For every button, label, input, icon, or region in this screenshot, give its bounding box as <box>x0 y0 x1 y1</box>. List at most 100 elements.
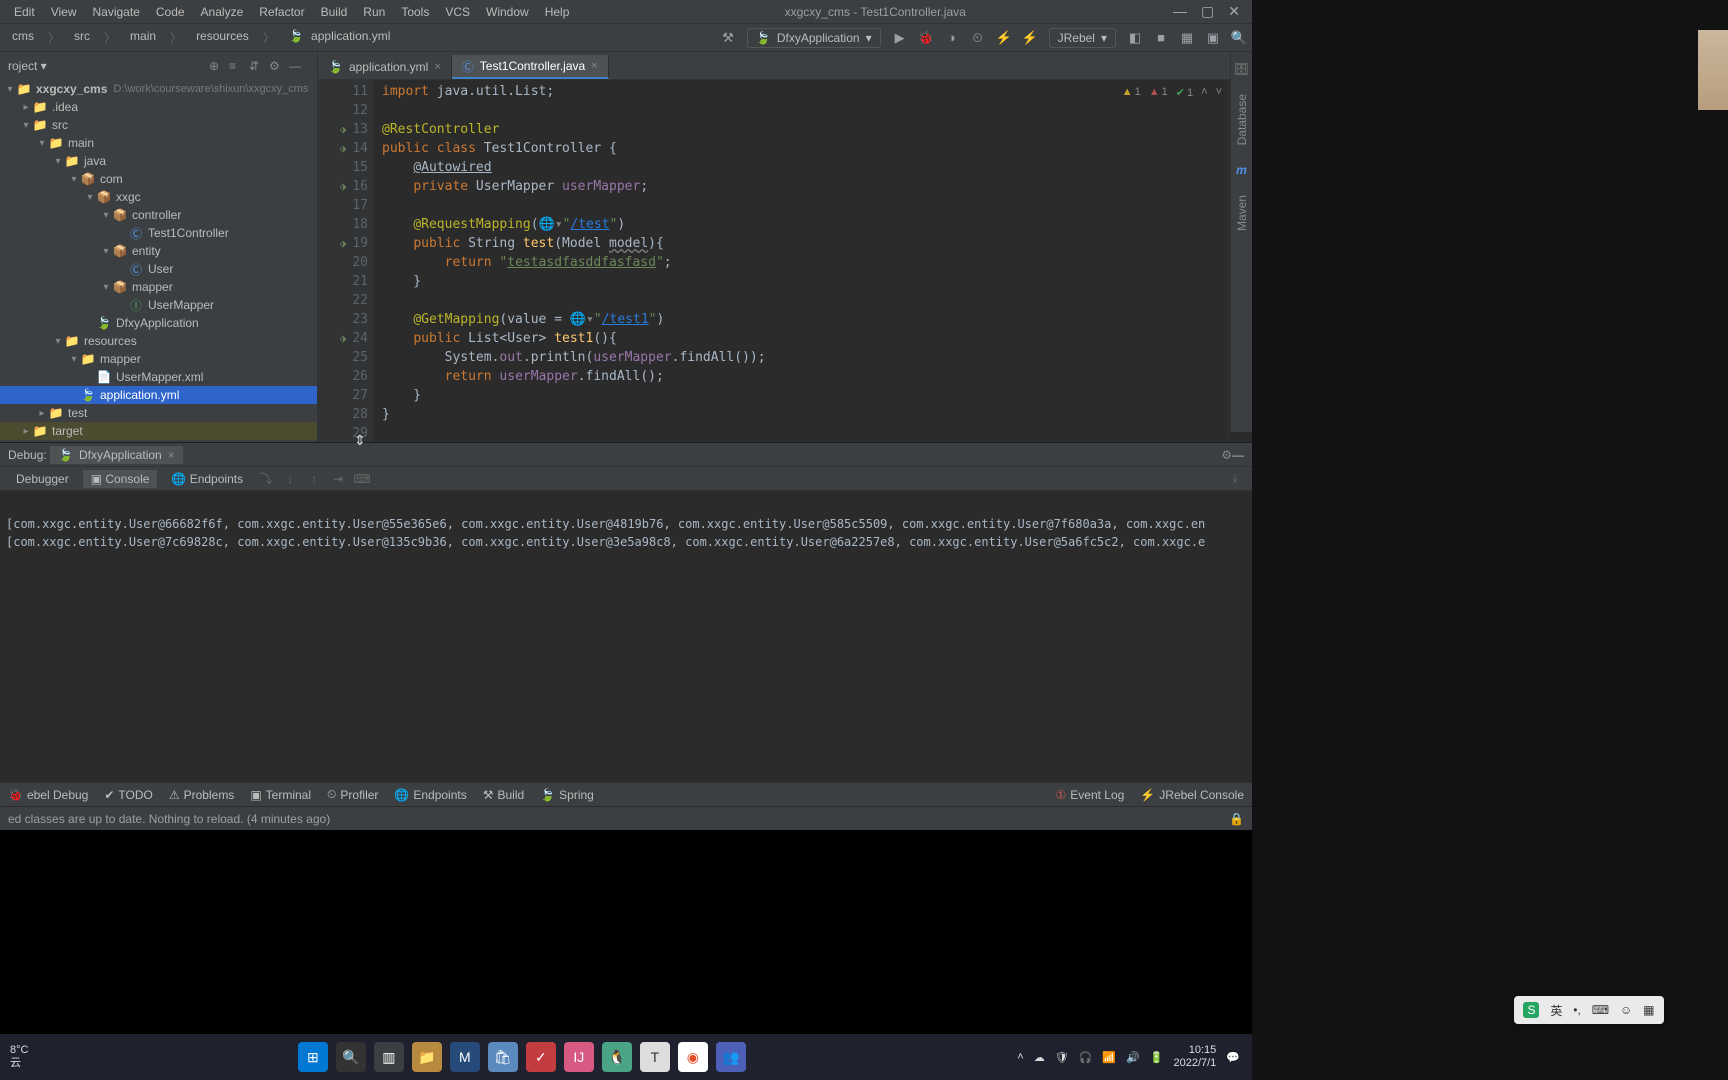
menu-code[interactable]: Code <box>148 5 193 19</box>
ime-face-icon[interactable]: ☺ <box>1620 1003 1632 1017</box>
menu-tools[interactable]: Tools <box>393 5 437 19</box>
menu-view[interactable]: View <box>43 5 85 19</box>
expand-icon[interactable]: ⇵ <box>249 59 269 73</box>
maximize-icon[interactable]: ▢ <box>1201 3 1214 20</box>
bottom-terminal[interactable]: ▣ Terminal <box>250 788 311 802</box>
tree-item[interactable]: ▾📁mapper <box>0 350 317 368</box>
breadcrumb-item[interactable]: src <box>70 29 94 46</box>
debug-hide-icon[interactable]: — <box>1232 448 1244 462</box>
tree-root[interactable]: ▾📁xxgcxy_cmsD:\work\courseware\shixun\xx… <box>0 80 317 98</box>
tree-item[interactable]: ▸📁test <box>0 404 317 422</box>
todo-icon[interactable]: ✓ <box>526 1042 556 1072</box>
run-config-select[interactable]: 🍃DfxyApplication▾ <box>747 28 881 48</box>
scroll-end-icon[interactable]: ⤓ <box>1226 471 1244 486</box>
tree-item[interactable]: ⒸUser <box>0 260 317 278</box>
bottom-endpoints[interactable]: 🌐 Endpoints <box>394 788 466 802</box>
bottom-problems[interactable]: ⚠ Problems <box>169 788 234 802</box>
ime-grid-icon[interactable]: ▦ <box>1643 1003 1654 1017</box>
bottom-eventlog[interactable]: ① Event Log <box>1056 788 1125 802</box>
tray-volume-icon[interactable]: 🔊 <box>1126 1051 1140 1064</box>
text-icon[interactable]: T <box>640 1042 670 1072</box>
breadcrumb-item[interactable]: main <box>126 29 160 46</box>
jrebel-run-icon[interactable]: ⚡ <box>993 27 1015 49</box>
tree-item[interactable]: ▸📁target <box>0 422 317 440</box>
debugger-tab[interactable]: Debugger <box>8 470 77 488</box>
breadcrumb-item[interactable]: 🍃 application.yml <box>285 29 399 46</box>
ime-lang[interactable]: 英 <box>1550 1002 1562 1019</box>
console-output[interactable]: [com.xxgc.entity.User@66682f6f, com.xxgc… <box>0 491 1252 782</box>
hide-icon[interactable]: — <box>289 59 309 73</box>
weather-widget[interactable]: 8°C 云 <box>0 1040 38 1074</box>
chrome-icon[interactable]: ◉ <box>678 1042 708 1072</box>
tree-item[interactable]: ▾📦com <box>0 170 317 188</box>
maven-label[interactable]: Maven <box>1235 195 1249 231</box>
tray-shield-icon[interactable]: 🛡 <box>1055 1051 1069 1064</box>
jrebel-select[interactable]: JRebel▾ <box>1049 28 1116 48</box>
database-label[interactable]: Database <box>1235 94 1249 145</box>
search-icon[interactable]: 🔍 <box>1228 27 1250 49</box>
menu-build[interactable]: Build <box>313 5 356 19</box>
evaluate-icon[interactable]: ⌨ <box>353 472 371 486</box>
tree-item[interactable]: ▾📁src <box>0 116 317 134</box>
ime-keyboard-icon[interactable]: ⌨ <box>1592 1003 1609 1017</box>
layout-icon[interactable]: ▦ <box>1176 27 1198 49</box>
bottom-todo[interactable]: ✔ TODO <box>104 788 153 802</box>
tree-item-selected[interactable]: 🍃application.yml <box>0 386 317 404</box>
menu-navigate[interactable]: Navigate <box>84 5 147 19</box>
ime-logo-icon[interactable]: S <box>1523 1002 1539 1018</box>
tree-item[interactable]: ▾📁java <box>0 152 317 170</box>
breadcrumb-item[interactable]: resources <box>192 29 253 46</box>
menu-run[interactable]: Run <box>355 5 393 19</box>
intellij-icon[interactable]: IJ <box>564 1042 594 1072</box>
database-tab[interactable]: 🗄 <box>1234 62 1249 76</box>
run-to-cursor-icon[interactable]: ⇥ <box>329 472 347 486</box>
tree-item[interactable]: ⒸTest1Controller <box>0 224 317 242</box>
target-icon[interactable]: ⊕ <box>209 59 229 73</box>
tray-headset-icon[interactable]: 🎧 <box>1079 1051 1093 1064</box>
hammer-icon[interactable]: ⚒ <box>717 27 739 49</box>
console-tab[interactable]: ▣ Console <box>83 470 158 488</box>
coverage-button[interactable]: ◑ <box>941 27 963 49</box>
run-button[interactable]: ▶ <box>889 27 911 49</box>
tree-item[interactable]: ▾📁resources <box>0 332 317 350</box>
updates-icon[interactable]: ▣ <box>1202 27 1224 49</box>
bottom-jrebel-console[interactable]: ⚡ JRebel Console <box>1140 788 1244 802</box>
menu-vcs[interactable]: VCS <box>437 5 478 19</box>
step-out-icon[interactable]: ↑ <box>305 472 323 486</box>
maven-tab[interactable]: m <box>1236 163 1247 177</box>
bottom-spring[interactable]: 🍃 Spring <box>540 788 594 802</box>
tree-item[interactable]: 📄UserMapper.xml <box>0 368 317 386</box>
tray-cloud-icon[interactable]: ☁ <box>1034 1051 1045 1064</box>
clock[interactable]: 10:15 2022/7/1 <box>1173 1044 1216 1070</box>
stop-button[interactable]: ■ <box>1150 27 1172 49</box>
teams-icon[interactable]: 👥 <box>716 1042 746 1072</box>
attach-icon[interactable]: ◧ <box>1124 27 1146 49</box>
editor-tab-active[interactable]: ⒸTest1Controller.java× <box>452 55 609 79</box>
minimize-icon[interactable]: — <box>1173 3 1187 20</box>
store-icon[interactable]: 🛍 <box>488 1042 518 1072</box>
explorer-icon[interactable]: 📁 <box>412 1042 442 1072</box>
endpoints-tab[interactable]: 🌐 Endpoints <box>163 470 251 488</box>
step-into-icon[interactable]: ↓ <box>281 472 299 486</box>
mail-icon[interactable]: M <box>450 1042 480 1072</box>
menu-help[interactable]: Help <box>537 5 578 19</box>
tree-item[interactable]: ▾📦mapper <box>0 278 317 296</box>
tray-wifi-icon[interactable]: 📶 <box>1102 1051 1116 1064</box>
tray-chevron-icon[interactable]: ˄ <box>1017 1051 1023 1063</box>
debug-settings-icon[interactable]: ⚙ <box>1221 448 1232 462</box>
debug-run-tab[interactable]: 🍃DfxyApplication× <box>50 446 183 464</box>
tree-item[interactable]: ▾📦controller <box>0 206 317 224</box>
qq-icon[interactable]: 🐧 <box>602 1042 632 1072</box>
sort-icon[interactable]: ≡ <box>229 59 249 73</box>
menu-edit[interactable]: Edit <box>6 5 43 19</box>
tree-item[interactable]: 🍃DfxyApplication <box>0 314 317 332</box>
bottom-debug[interactable]: 🐞 ebel Debug <box>8 788 88 802</box>
taskbar-search-icon[interactable]: 🔍 <box>336 1042 366 1072</box>
ime-toolbar[interactable]: S 英 •, ⌨ ☺ ▦ <box>1514 996 1664 1024</box>
tray-battery-icon[interactable]: 🔋 <box>1150 1051 1164 1064</box>
tree-item[interactable]: ⒾUserMapper <box>0 296 317 314</box>
bottom-build[interactable]: ⚒ Build <box>483 788 524 802</box>
notifications-icon[interactable]: 💬 <box>1226 1051 1240 1064</box>
step-over-icon[interactable]: ⤵ <box>257 470 275 487</box>
tree-item[interactable]: ▾📦xxgc <box>0 188 317 206</box>
